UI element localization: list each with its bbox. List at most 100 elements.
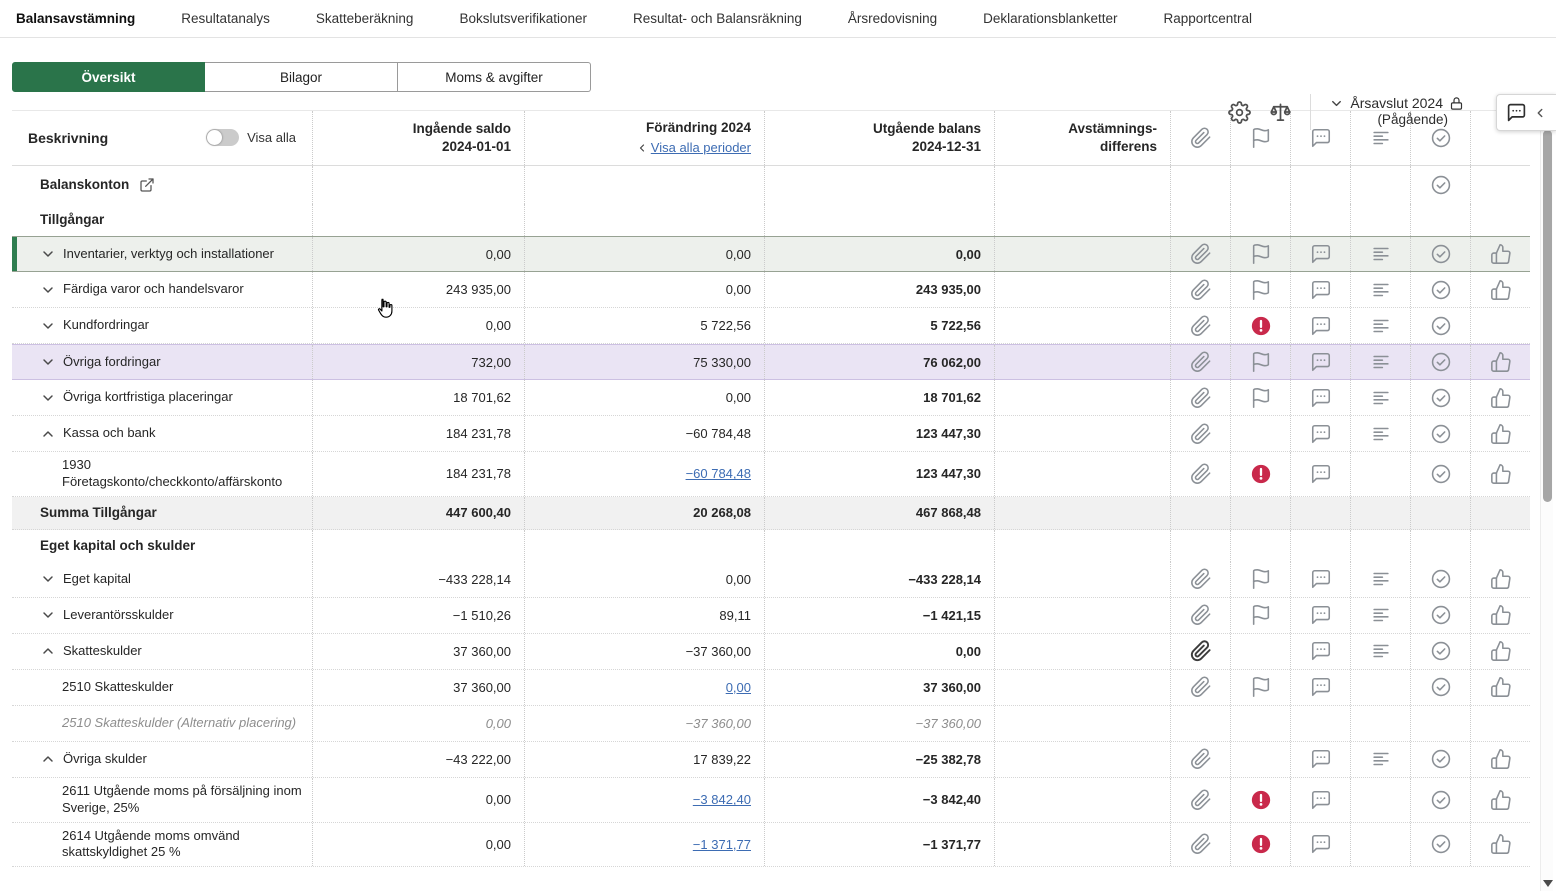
chevron-down-icon[interactable] bbox=[1329, 96, 1344, 111]
table-row[interactable]: Kassa och bank184 231,78−60 784,48123 44… bbox=[12, 416, 1530, 452]
chevron-down-icon[interactable] bbox=[40, 318, 56, 334]
table-row[interactable]: 2614 Utgående moms omvänd skattskyldighe… bbox=[12, 823, 1530, 868]
table-row[interactable]: Inventarier, verktyg och installationer0… bbox=[12, 236, 1530, 272]
flag-icon[interactable] bbox=[1250, 243, 1272, 265]
check-circle-icon[interactable] bbox=[1430, 568, 1452, 590]
comment-icon[interactable] bbox=[1310, 243, 1332, 265]
paperclip-icon[interactable] bbox=[1190, 833, 1212, 855]
notes-icon[interactable] bbox=[1370, 423, 1392, 445]
nav-tab-resultat-och-balansrakning[interactable]: Resultat- och Balansräkning bbox=[633, 11, 802, 26]
flag-icon[interactable] bbox=[1250, 604, 1272, 626]
alert-icon[interactable] bbox=[1250, 463, 1272, 485]
scrollbar-thumb[interactable] bbox=[1543, 130, 1552, 502]
thumbs-up-icon[interactable] bbox=[1490, 243, 1512, 265]
thumbs-up-icon[interactable] bbox=[1490, 748, 1512, 770]
period-selector[interactable]: Årsavslut 2024 (Pågående) bbox=[1329, 95, 1464, 129]
comment-icon[interactable] bbox=[1310, 127, 1332, 149]
thumbs-up-icon[interactable] bbox=[1490, 640, 1512, 662]
change-value-link[interactable]: 0,00 bbox=[726, 680, 751, 695]
paperclip-icon[interactable] bbox=[1190, 387, 1212, 409]
alert-icon[interactable] bbox=[1250, 833, 1272, 855]
table-row[interactable]: 1930 Företagskonto/checkkonto/affärskont… bbox=[12, 452, 1530, 497]
paperclip-icon[interactable] bbox=[1190, 351, 1212, 373]
notes-icon[interactable] bbox=[1370, 127, 1392, 149]
alert-icon[interactable] bbox=[1250, 789, 1272, 811]
change-value-link[interactable]: −3 842,40 bbox=[693, 792, 751, 807]
comment-icon[interactable] bbox=[1310, 568, 1332, 590]
flag-icon[interactable] bbox=[1250, 351, 1272, 373]
thumbs-up-icon[interactable] bbox=[1490, 423, 1512, 445]
check-circle-icon[interactable] bbox=[1430, 463, 1452, 485]
check-circle-icon[interactable] bbox=[1430, 127, 1452, 149]
comment-icon[interactable] bbox=[1310, 387, 1332, 409]
comment-icon[interactable] bbox=[1310, 423, 1332, 445]
check-circle-icon[interactable] bbox=[1430, 789, 1452, 811]
chevron-down-icon[interactable] bbox=[40, 571, 56, 587]
chevron-down-icon[interactable] bbox=[40, 246, 56, 262]
show-all-periods-label[interactable]: Visa alla perioder bbox=[651, 139, 751, 157]
notes-icon[interactable] bbox=[1370, 351, 1392, 373]
table-row[interactable]: 2611 Utgående moms på försäljning inom S… bbox=[12, 778, 1530, 823]
nav-tab-balansavstamning[interactable]: Balansavstämning bbox=[16, 11, 135, 26]
tab-moms-avgifter[interactable]: Moms & avgifter bbox=[398, 62, 591, 92]
notes-icon[interactable] bbox=[1370, 748, 1392, 770]
settings-gear-icon[interactable] bbox=[1228, 101, 1251, 124]
thumbs-up-icon[interactable] bbox=[1490, 833, 1512, 855]
thumbs-up-icon[interactable] bbox=[1490, 604, 1512, 626]
table-row[interactable]: Eget kapital−433 228,140,00−433 228,14 bbox=[12, 562, 1530, 598]
nav-tab-resultatanalys[interactable]: Resultatanalys bbox=[181, 11, 270, 26]
notes-icon[interactable] bbox=[1370, 568, 1392, 590]
paperclip-icon[interactable] bbox=[1190, 315, 1212, 337]
paperclip-icon[interactable] bbox=[1190, 463, 1212, 485]
alert-icon[interactable] bbox=[1250, 315, 1272, 337]
check-circle-icon[interactable] bbox=[1430, 676, 1452, 698]
comment-icon[interactable] bbox=[1310, 279, 1332, 301]
check-circle-icon[interactable] bbox=[1430, 174, 1452, 196]
chevron-up-icon[interactable] bbox=[40, 643, 56, 659]
table-row[interactable]: Leverantörsskulder−1 510,2689,11−1 421,1… bbox=[12, 598, 1530, 634]
table-row[interactable]: Kundfordringar0,005 722,565 722,56 bbox=[12, 308, 1530, 344]
paperclip-icon[interactable] bbox=[1190, 243, 1212, 265]
show-all-toggle[interactable] bbox=[206, 129, 239, 146]
chevron-down-icon[interactable] bbox=[40, 282, 56, 298]
table-row[interactable]: Färdiga varor och handelsvaror243 935,00… bbox=[12, 272, 1530, 308]
paperclip-icon[interactable] bbox=[1190, 604, 1212, 626]
flag-icon[interactable] bbox=[1250, 568, 1272, 590]
paperclip-icon[interactable] bbox=[1190, 423, 1212, 445]
chevron-left-icon[interactable] bbox=[1533, 106, 1547, 120]
comment-icon[interactable] bbox=[1310, 604, 1332, 626]
notes-icon[interactable] bbox=[1370, 243, 1392, 265]
comment-icon[interactable] bbox=[1310, 789, 1332, 811]
check-circle-icon[interactable] bbox=[1430, 604, 1452, 626]
chevron-up-icon[interactable] bbox=[40, 751, 56, 767]
thumbs-up-icon[interactable] bbox=[1490, 676, 1512, 698]
flag-icon[interactable] bbox=[1250, 387, 1272, 409]
table-row[interactable]: Skatteskulder37 360,00−37 360,000,00 bbox=[12, 634, 1530, 670]
vertical-scrollbar[interactable] bbox=[1540, 112, 1553, 891]
table-row[interactable]: 2510 Skatteskulder37 360,000,0037 360,00 bbox=[12, 670, 1530, 706]
show-all-toggle-wrap[interactable]: Visa alla bbox=[206, 129, 296, 147]
chevron-up-icon[interactable] bbox=[40, 426, 56, 442]
check-circle-icon[interactable] bbox=[1430, 243, 1452, 265]
chevron-down-icon[interactable] bbox=[40, 354, 56, 370]
nav-tab-skatteberakning[interactable]: Skatteberäkning bbox=[316, 11, 414, 26]
paperclip-icon[interactable] bbox=[1190, 640, 1212, 662]
scroll-down-arrow[interactable] bbox=[1543, 880, 1553, 887]
table-row[interactable]: Övriga skulder−43 222,0017 839,22−25 382… bbox=[12, 742, 1530, 778]
paperclip-icon[interactable] bbox=[1190, 789, 1212, 811]
comment-icon[interactable] bbox=[1310, 351, 1332, 373]
thumbs-up-icon[interactable] bbox=[1490, 463, 1512, 485]
check-circle-icon[interactable] bbox=[1430, 279, 1452, 301]
comment-icon[interactable] bbox=[1310, 748, 1332, 770]
thumbs-up-icon[interactable] bbox=[1490, 279, 1512, 301]
paperclip-icon[interactable] bbox=[1190, 748, 1212, 770]
notes-icon[interactable] bbox=[1370, 315, 1392, 337]
show-all-periods-link[interactable]: Visa alla perioder bbox=[636, 139, 751, 157]
flag-icon[interactable] bbox=[1250, 279, 1272, 301]
notes-icon[interactable] bbox=[1370, 604, 1392, 626]
flag-icon[interactable] bbox=[1250, 127, 1272, 149]
tab-oversikt[interactable]: Översikt bbox=[12, 62, 205, 92]
comment-icon[interactable] bbox=[1310, 315, 1332, 337]
balance-scales-icon[interactable] bbox=[1269, 101, 1292, 124]
change-value-link[interactable]: −60 784,48 bbox=[686, 466, 751, 481]
